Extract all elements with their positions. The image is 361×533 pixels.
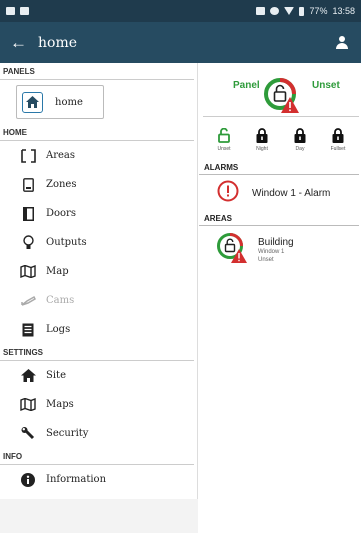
arrow-left-icon[interactable]: ← — [10, 33, 32, 53]
status-bar: 77% 13:58 — [0, 0, 361, 22]
bulb-icon — [20, 235, 36, 251]
lock-icon — [281, 124, 319, 146]
mode-label: Day — [295, 146, 305, 152]
arm-mode-selector: Unset Night Day Fullset — [205, 124, 357, 160]
sidebar-item-label: Information — [46, 474, 107, 485]
sidebar-item-map[interactable]: Map — [0, 257, 197, 286]
device-icon — [20, 177, 36, 193]
mode-unset-button[interactable]: Unset — [205, 124, 243, 160]
panel-card-label: home — [55, 96, 83, 108]
battery-icon — [299, 6, 305, 16]
sidebar-item-label: Zones — [46, 179, 77, 190]
section-header-panels: PANELS — [0, 63, 194, 80]
square-bracket-icon — [20, 148, 36, 164]
sidebar-item-doors[interactable]: Doors — [0, 199, 197, 228]
mode-label: Fullset — [330, 146, 346, 152]
do-not-disturb-icon — [270, 7, 280, 15]
sidebar-item-label: Areas — [46, 150, 76, 161]
mode-day-button[interactable]: Day — [281, 124, 319, 160]
sidebar-item-cams[interactable]: Cams — [0, 286, 197, 315]
home-icon — [22, 91, 43, 113]
door-icon — [20, 206, 36, 222]
camera-icon — [20, 293, 36, 309]
section-header-home: HOME — [0, 124, 194, 141]
alarm-icon — [217, 180, 239, 207]
page-title: home — [38, 34, 78, 51]
main-content: Panel Unset Unset Night Day Fullset ALAR… — [199, 63, 361, 533]
sidebar-item-information[interactable]: Information — [0, 465, 197, 494]
sidebar-item-areas[interactable]: Areas — [0, 141, 197, 170]
area-item[interactable]: Building Window 1 Unset — [199, 226, 361, 274]
area-zone: Window 1 — [258, 248, 285, 255]
android-icon — [20, 7, 29, 15]
mode-fullset-button[interactable]: Fullset — [319, 124, 357, 160]
panel-state: Unset — [312, 80, 340, 91]
sidebar-item-label: Map — [46, 266, 69, 277]
sidebar-item-label: Security — [46, 428, 89, 439]
sidebar-item-site[interactable]: Site — [0, 361, 197, 390]
sidebar-item-label: Site — [46, 370, 66, 381]
alarm-item[interactable]: Window 1 - Alarm — [199, 175, 361, 211]
app-bar: ← home — [0, 22, 361, 63]
sidebar-item-label: Cams — [46, 295, 75, 306]
panel-label: Panel — [233, 80, 260, 91]
area-status-icon — [216, 232, 248, 269]
map-icon — [20, 264, 36, 280]
mode-label: Unset — [217, 146, 231, 152]
video-icon — [6, 7, 15, 15]
wrench-icon — [20, 426, 36, 442]
panel-card-home[interactable]: home — [16, 85, 104, 119]
unlock-icon — [205, 124, 243, 146]
clock: 13:58 — [332, 6, 355, 16]
panel-status-dial[interactable] — [263, 77, 303, 122]
alarm-text: Window 1 - Alarm — [252, 187, 331, 199]
section-header-alarms: ALARMS — [199, 160, 359, 175]
sidebar-item-label: Outputs — [46, 237, 87, 248]
sidebar-item-security[interactable]: Security — [0, 419, 197, 448]
user-icon[interactable] — [333, 34, 351, 52]
sidebar-item-logs[interactable]: Logs — [0, 315, 197, 344]
house-icon — [20, 368, 36, 384]
wifi-icon — [284, 7, 295, 15]
cast-icon — [256, 7, 266, 15]
sidebar-item-label: Logs — [46, 324, 71, 335]
list-icon — [20, 322, 36, 338]
sidebar-item-label: Doors — [46, 208, 76, 219]
battery-level: 77% — [309, 6, 328, 16]
section-header-areas: AREAS — [199, 211, 359, 226]
section-header-info: INFO — [0, 448, 194, 465]
sidebar-footer — [0, 499, 198, 533]
sidebar-item-zones[interactable]: Zones — [0, 170, 197, 199]
sidebar-item-maps[interactable]: Maps — [0, 390, 197, 419]
lock-icon — [319, 124, 357, 146]
mode-label: Night — [256, 146, 268, 152]
sidebar-item-outputs[interactable]: Outputs — [0, 228, 197, 257]
map-icon — [20, 397, 36, 413]
sidebar: PANELS home HOME Areas Zones Doors Outpu… — [0, 63, 198, 533]
info-icon — [20, 472, 36, 488]
area-state: Unset — [258, 256, 274, 263]
area-name: Building — [258, 236, 294, 248]
section-header-settings: SETTINGS — [0, 344, 194, 361]
sidebar-item-label: Maps — [46, 399, 74, 410]
panel-status-row: Panel Unset — [203, 63, 359, 117]
mode-night-button[interactable]: Night — [243, 124, 281, 160]
lock-icon — [243, 124, 281, 146]
